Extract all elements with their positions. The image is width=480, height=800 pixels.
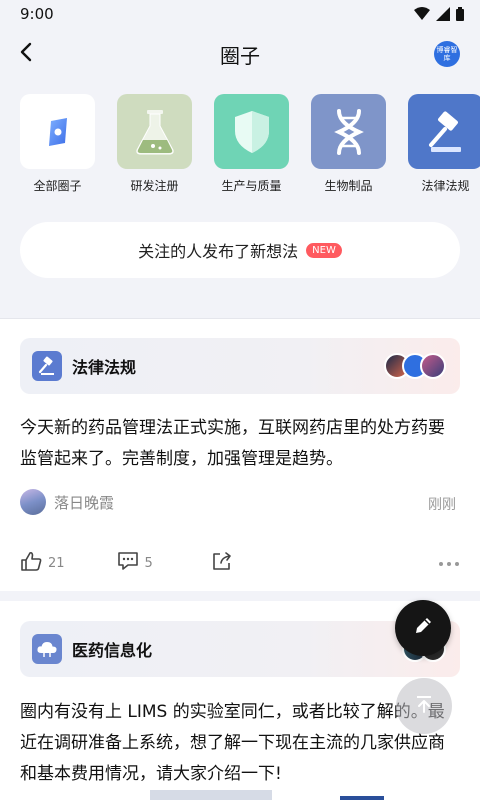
post-circle-bar[interactable]: 法律法规 <box>20 338 460 394</box>
back-to-top-button[interactable] <box>396 678 452 734</box>
dna-icon <box>311 94 386 169</box>
pencil-icon <box>412 615 434 641</box>
category-all[interactable]: 全部圈子 <box>20 94 95 194</box>
category-law[interactable]: 法律法规 <box>408 94 480 194</box>
category-rd[interactable]: 研发注册 <box>117 94 192 194</box>
post-actions: 21 5 <box>20 548 460 578</box>
like-count: 21 <box>48 555 65 571</box>
category-quality[interactable]: 生产与质量 <box>214 94 289 194</box>
avatar <box>20 489 46 515</box>
post-image[interactable] <box>150 790 272 800</box>
followed-updates-notice[interactable]: 关注的人发布了新想法 NEW <box>20 222 460 278</box>
section-gap <box>0 591 480 601</box>
post-text[interactable]: 今天新的药品管理法正式实施，互联网药店里的处方药要监管起来了。完善制度，加强管理… <box>20 413 460 475</box>
circle-all-icon <box>20 94 95 169</box>
category-label: 法律法规 <box>421 179 470 193</box>
notice-text: 关注的人发布了新想法 <box>138 242 299 261</box>
post-time: 刚刚 <box>428 497 456 513</box>
post-image[interactable] <box>340 796 384 800</box>
status-bar: 9:00 <box>0 0 480 28</box>
post-circle-bar[interactable]: 医药信息化 <box>20 621 460 677</box>
category-label: 全部圈子 <box>33 179 82 193</box>
arrow-up-icon <box>413 693 435 719</box>
comment-count: 5 <box>144 555 153 571</box>
share-icon <box>211 550 233 576</box>
more-button[interactable] <box>438 556 460 571</box>
brand-logo-text: 博睿智库 <box>436 46 458 62</box>
circle-name: 医药信息化 <box>72 641 153 660</box>
cloud-icon <box>32 634 62 664</box>
comment-icon <box>117 550 139 576</box>
author-name: 落日晚霞 <box>54 493 115 512</box>
gavel-icon <box>32 351 62 381</box>
post-author[interactable]: 落日晚霞 <box>20 489 114 515</box>
brand-logo-button[interactable]: 博睿智库 <box>434 41 460 67</box>
flask-icon <box>117 94 192 169</box>
new-badge: NEW <box>306 242 342 258</box>
avatar <box>420 353 446 379</box>
share-button[interactable] <box>211 550 233 576</box>
post-card: 法律法规 今天新的药品管理法正式实施，互联网药店里的处方药要监管起来了。完善制度… <box>0 319 480 591</box>
compose-button[interactable] <box>395 600 451 656</box>
page-title: 圈子 <box>220 44 260 68</box>
category-label: 生产与质量 <box>221 179 282 193</box>
thumbs-up-icon <box>20 550 42 576</box>
like-button[interactable]: 21 <box>20 550 65 576</box>
battery-icon <box>456 6 464 25</box>
more-icon <box>438 556 460 571</box>
circle-name: 法律法规 <box>72 358 137 377</box>
category-label: 生物制品 <box>324 179 373 193</box>
member-avatars <box>384 353 446 379</box>
status-icons <box>414 6 464 25</box>
status-time: 9:00 <box>20 5 54 23</box>
wifi-icon <box>414 6 430 25</box>
header: 圈子 博睿智库 <box>0 28 480 80</box>
category-row: 全部圈子 研发注册 生产与质量 生物制品 法律法规 <box>20 94 480 194</box>
comment-button[interactable]: 5 <box>117 550 153 576</box>
category-bio[interactable]: 生物制品 <box>311 94 386 194</box>
post-text[interactable]: 圈内有没有上 LIMS 的实验室同仁，或者比较了解的。最近在调研准备上系统，想了… <box>20 697 460 790</box>
signal-icon <box>436 6 450 25</box>
top-area: 全部圈子 研发注册 生产与质量 生物制品 法律法规 关注的人发布了新想法 NEW <box>0 80 480 318</box>
shield-icon <box>214 94 289 169</box>
gavel-icon <box>408 94 480 169</box>
category-label: 研发注册 <box>130 179 179 193</box>
